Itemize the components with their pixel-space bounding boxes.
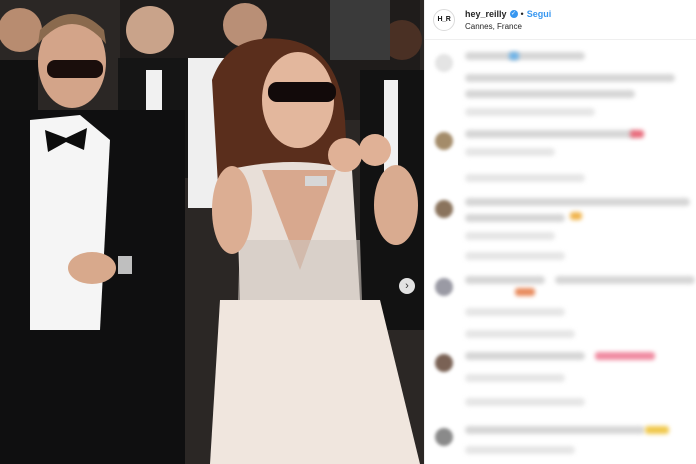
post-photo[interactable]: ›: [0, 0, 424, 464]
comment-emoji: [509, 52, 519, 60]
comment-emoji: [515, 288, 535, 296]
chevron-right-icon: ›: [405, 279, 409, 292]
comment-avatar: [435, 354, 453, 372]
comment-text: [465, 198, 690, 206]
comment-text: [465, 130, 635, 138]
photo-scene: [0, 0, 424, 464]
comment-meta: [465, 174, 585, 182]
comment-meta: [465, 446, 575, 454]
comment-text: [465, 214, 565, 222]
post-header: H_R hey_reilly ✓ • Segui Cannes, France: [425, 0, 696, 40]
avatar[interactable]: H_R: [433, 8, 455, 31]
comment-meta: [465, 308, 565, 316]
follow-button[interactable]: Segui: [527, 8, 552, 20]
comment-text: [465, 426, 645, 434]
username-link[interactable]: hey_reilly: [465, 8, 507, 20]
comment-meta: [465, 108, 595, 116]
comment-meta: [465, 232, 555, 240]
comment-meta: [465, 398, 585, 406]
comment-emoji: [645, 426, 669, 434]
location-link[interactable]: Cannes, France: [465, 21, 551, 32]
verified-badge-icon: ✓: [509, 9, 518, 18]
header-row: hey_reilly ✓ • Segui: [465, 8, 551, 20]
comment-text: [465, 352, 585, 360]
separator: •: [520, 8, 524, 19]
comment-emoji: [570, 212, 582, 220]
comment-avatar: [435, 132, 453, 150]
comment-meta: [465, 374, 565, 382]
comment-meta: [465, 252, 565, 260]
comment-avatar: [435, 54, 453, 72]
comment-text: [465, 276, 545, 284]
comment-text: [465, 90, 635, 98]
comments-list: [425, 40, 696, 464]
comment-avatar: [435, 428, 453, 446]
comment-emoji: [630, 130, 644, 138]
post-sidebar: H_R hey_reilly ✓ • Segui Cannes, France: [424, 0, 696, 464]
comment-meta: [465, 330, 575, 338]
comment-text: [555, 276, 695, 284]
comment-avatar: [435, 200, 453, 218]
comment-emoji: [595, 352, 655, 360]
comment-text: [465, 74, 675, 82]
avatar-text: H_R: [437, 16, 451, 23]
comment-meta: [465, 148, 555, 156]
comment-avatar: [435, 278, 453, 296]
header-text: hey_reilly ✓ • Segui Cannes, France: [465, 8, 551, 32]
comment-text: [465, 52, 585, 60]
next-photo-button[interactable]: ›: [399, 278, 415, 294]
